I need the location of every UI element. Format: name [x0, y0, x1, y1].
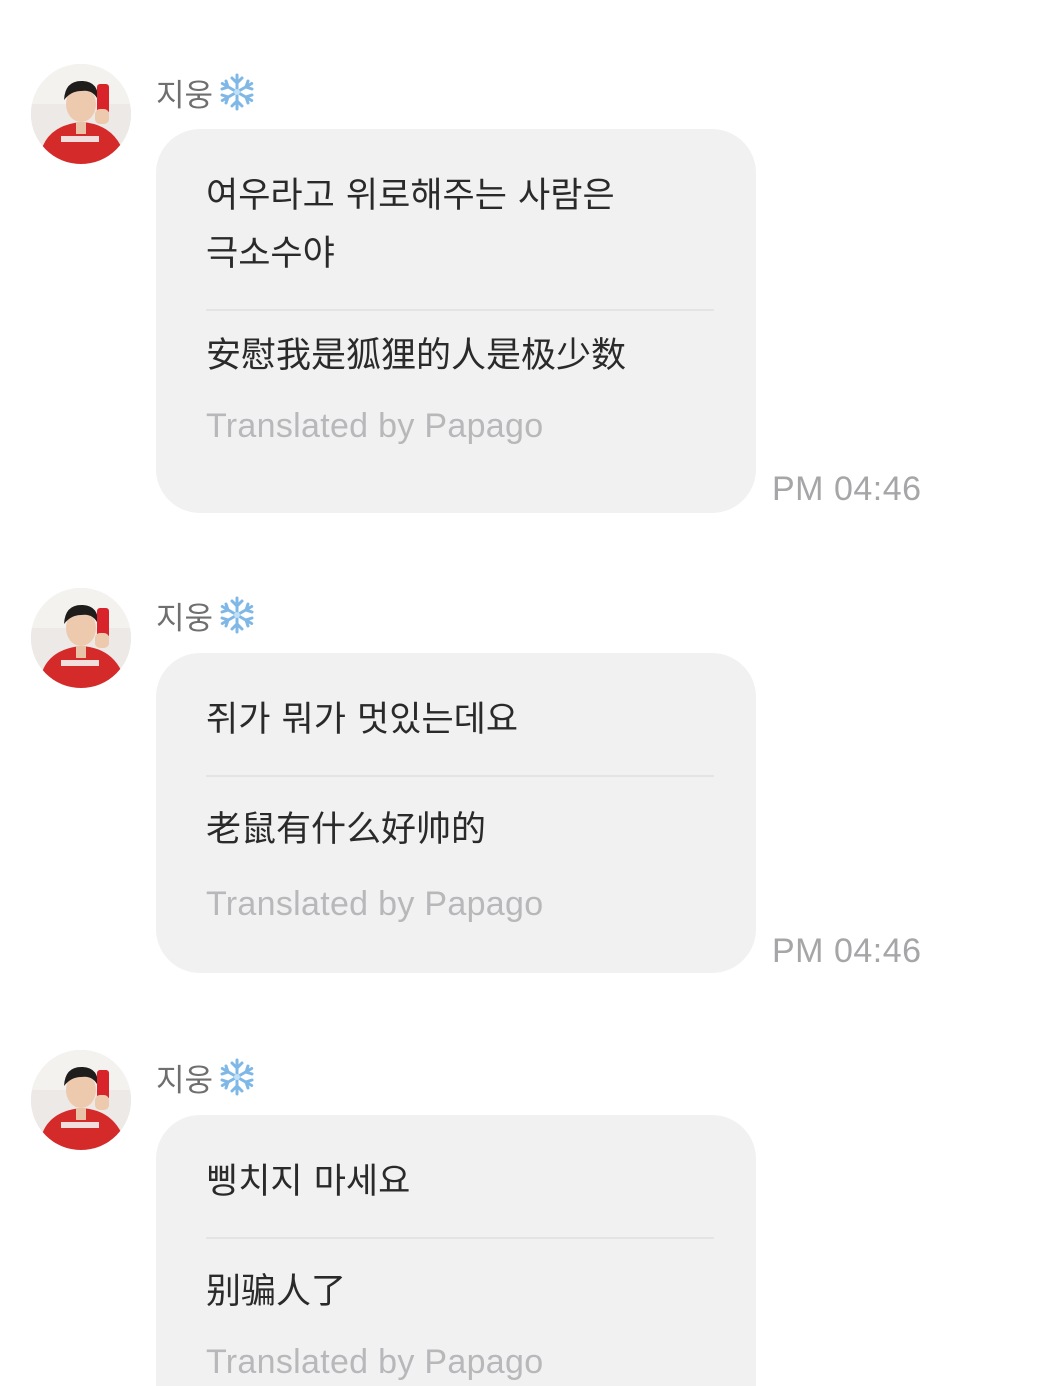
translation-credit: Translated by Papago — [206, 885, 544, 923]
translated-text: 别骗人了 — [206, 1272, 347, 1312]
avatar[interactable] — [31, 1050, 131, 1150]
timestamp: PM 04:46 — [772, 932, 922, 970]
avatar[interactable] — [31, 64, 131, 164]
translated-text: 安慰我是狐狸的人是极少数 — [206, 336, 627, 376]
bubble-divider — [206, 309, 714, 311]
snowflake-icon — [220, 73, 254, 111]
avatar[interactable] — [31, 588, 131, 688]
profile-photo — [31, 1050, 131, 1150]
timestamp: PM 04:46 — [772, 470, 922, 508]
sender-name-text: 지웅 — [156, 1062, 214, 1099]
message-bubble[interactable]: 삥치지 마세요 别骗人了 Translated by Papago — [156, 1115, 756, 1386]
message-bubble[interactable]: 여우라고 위로해주는 사람은 극소수야 安慰我是狐狸的人是极少数 Transla… — [156, 129, 756, 513]
bubble-divider — [206, 775, 714, 777]
profile-photo — [31, 64, 131, 164]
sender-name: 지웅 — [156, 1057, 257, 1099]
sender-name: 지웅 — [156, 72, 257, 114]
original-text: 쥐가 뭐가 멋있는데요 — [206, 700, 519, 740]
snowflake-icon — [220, 1058, 254, 1096]
translated-text: 老鼠有什么好帅的 — [206, 810, 487, 850]
profile-photo — [31, 588, 131, 688]
translation-credit: Translated by Papago — [206, 1343, 544, 1381]
original-text: 여우라고 위로해주는 사람은 극소수야 — [206, 176, 615, 274]
sender-name-text: 지웅 — [156, 600, 214, 637]
bubble-divider — [206, 1237, 714, 1239]
original-text: 삥치지 마세요 — [206, 1162, 411, 1202]
sender-name-text: 지웅 — [156, 77, 214, 114]
chat-thread: 지웅 여우라고 위로해주는 사람은 극소수야 安慰我是狐狸的人是极少数 Tran… — [0, 0, 1043, 1386]
snowflake-icon — [220, 596, 254, 634]
sender-name: 지웅 — [156, 595, 257, 637]
translation-credit: Translated by Papago — [206, 407, 544, 445]
message-bubble[interactable]: 쥐가 뭐가 멋있는데요 老鼠有什么好帅的 Translated by Papag… — [156, 653, 756, 973]
